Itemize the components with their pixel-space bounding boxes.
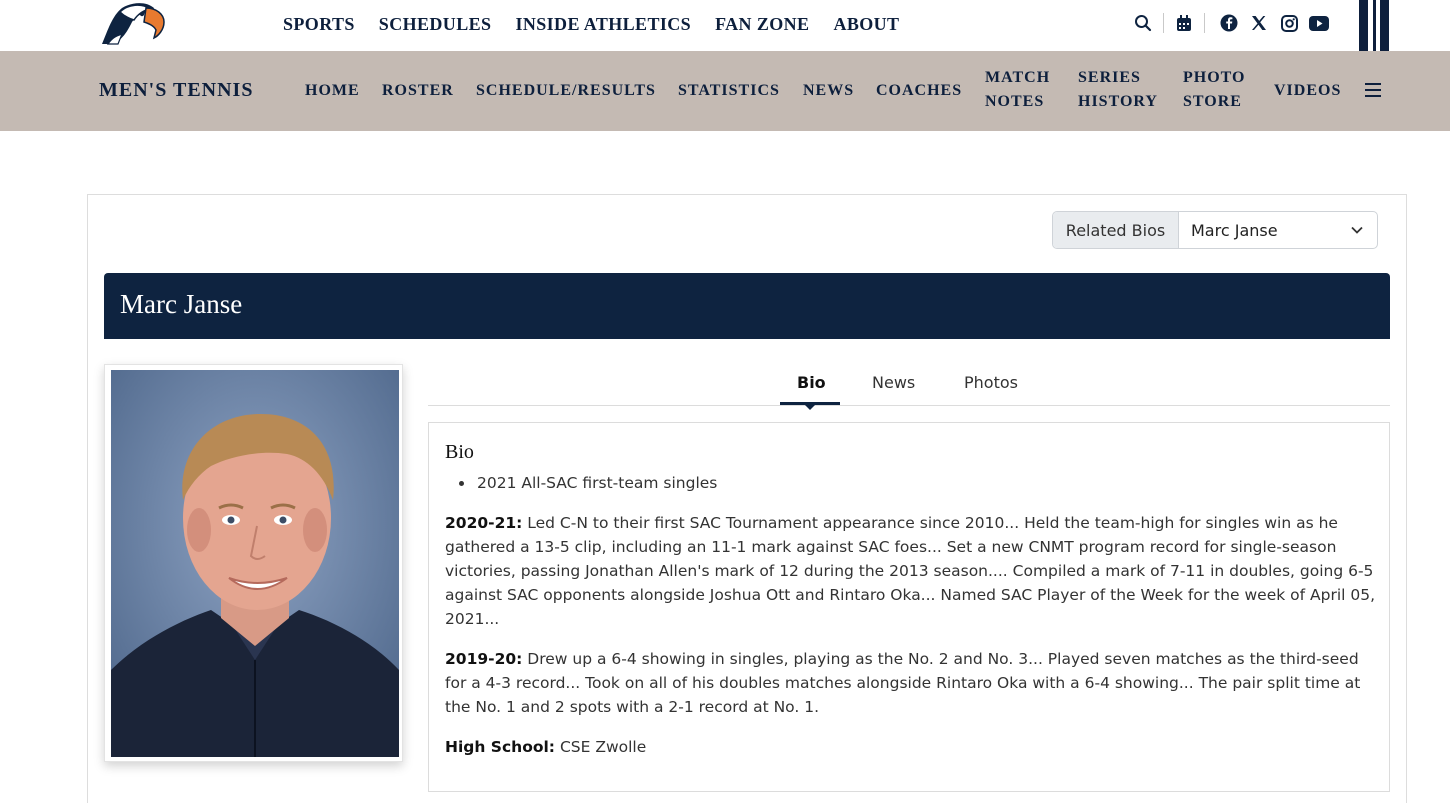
related-bios-control: Related Bios Marc Janse <box>1052 211 1378 249</box>
related-bios-label: Related Bios <box>1053 212 1179 248</box>
sport-nav-videos[interactable]: VIDEOS <box>1274 79 1341 103</box>
related-bios-select[interactable]: Marc Janse <box>1179 212 1377 248</box>
search-icon[interactable] <box>1131 11 1155 35</box>
calendar-icon[interactable] <box>1172 11 1196 35</box>
season-text: Led C-N to their first SAC Tournament ap… <box>445 514 1376 628</box>
facebook-icon[interactable] <box>1217 11 1241 35</box>
sport-nav-coaches[interactable]: COACHES <box>876 79 962 103</box>
tab-bio[interactable]: Bio <box>797 373 826 392</box>
related-bios-selected: Marc Janse <box>1191 220 1278 240</box>
tab-photos[interactable]: Photos <box>964 373 1018 392</box>
bio-panel: Bio 2021 All-SAC first-team singles 2020… <box>428 422 1390 792</box>
nav-sports[interactable]: SPORTS <box>283 12 355 36</box>
sport-nav-news[interactable]: NEWS <box>803 79 854 103</box>
player-headshot <box>104 364 403 762</box>
divider <box>1204 13 1205 33</box>
chevron-down-icon <box>1351 226 1363 234</box>
decorative-stripes <box>1359 0 1389 51</box>
high-school-label: High School: <box>445 738 556 756</box>
youtube-icon[interactable] <box>1307 11 1331 35</box>
eagle-logo[interactable] <box>98 0 168 48</box>
sport-nav-bar: MEN'S TENNIS HOME ROSTER SCHEDULE/RESULT… <box>0 51 1450 131</box>
season-label: 2019-20: <box>445 650 523 668</box>
player-name-bar: Marc Janse <box>104 273 1390 339</box>
divider <box>1163 13 1164 33</box>
bio-paragraph-2020-21: 2020-21: Led C-N to their first SAC Tour… <box>445 511 1380 631</box>
list-item: 2021 All-SAC first-team singles <box>445 472 717 494</box>
sport-sub-nav: HOME ROSTER SCHEDULE/RESULTS STATISTICS … <box>0 51 1450 131</box>
sport-nav-series-history[interactable]: SERIES HISTORY <box>1078 66 1158 114</box>
high-school-text: CSE Zwolle <box>555 738 647 756</box>
nav-fan-zone[interactable]: FAN ZONE <box>715 12 809 36</box>
bio-paragraph-high-school: High School: CSE Zwolle <box>445 735 1380 759</box>
player-name: Marc Janse <box>120 289 243 319</box>
x-icon[interactable] <box>1247 11 1271 35</box>
site-header: SPORTS SCHEDULES INSIDE ATHLETICS FAN ZO… <box>0 0 1450 51</box>
hamburger-icon[interactable] <box>1365 83 1381 97</box>
bio-tabs: Bio News Photos <box>428 365 1390 410</box>
active-tab-caret <box>805 405 815 410</box>
sport-nav-photo-store[interactable]: PHOTO STORE <box>1183 66 1246 114</box>
instagram-icon[interactable] <box>1277 11 1301 35</box>
main-nav: SPORTS SCHEDULES INSIDE ATHLETICS FAN ZO… <box>283 12 899 36</box>
season-text: Drew up a 6-4 showing in singles, playin… <box>445 650 1361 716</box>
sport-nav-roster[interactable]: ROSTER <box>382 79 454 103</box>
bio-paragraph-2019-20: 2019-20: Drew up a 6-4 showing in single… <box>445 647 1380 719</box>
nav-about[interactable]: ABOUT <box>833 12 899 36</box>
bio-heading: Bio <box>445 441 474 463</box>
sport-nav-home[interactable]: HOME <box>305 79 360 103</box>
sport-nav-match-notes[interactable]: MATCH NOTES <box>985 66 1050 114</box>
nav-schedules[interactable]: SCHEDULES <box>379 12 492 36</box>
header-utility-icons <box>1131 10 1331 36</box>
season-label: 2020-21: <box>445 514 523 532</box>
honors-list: 2021 All-SAC first-team singles <box>445 472 717 494</box>
nav-inside-athletics[interactable]: INSIDE ATHLETICS <box>515 12 691 36</box>
sport-nav-statistics[interactable]: STATISTICS <box>678 79 780 103</box>
tab-news[interactable]: News <box>872 373 915 392</box>
sport-nav-schedule-results[interactable]: SCHEDULE/RESULTS <box>476 79 656 103</box>
